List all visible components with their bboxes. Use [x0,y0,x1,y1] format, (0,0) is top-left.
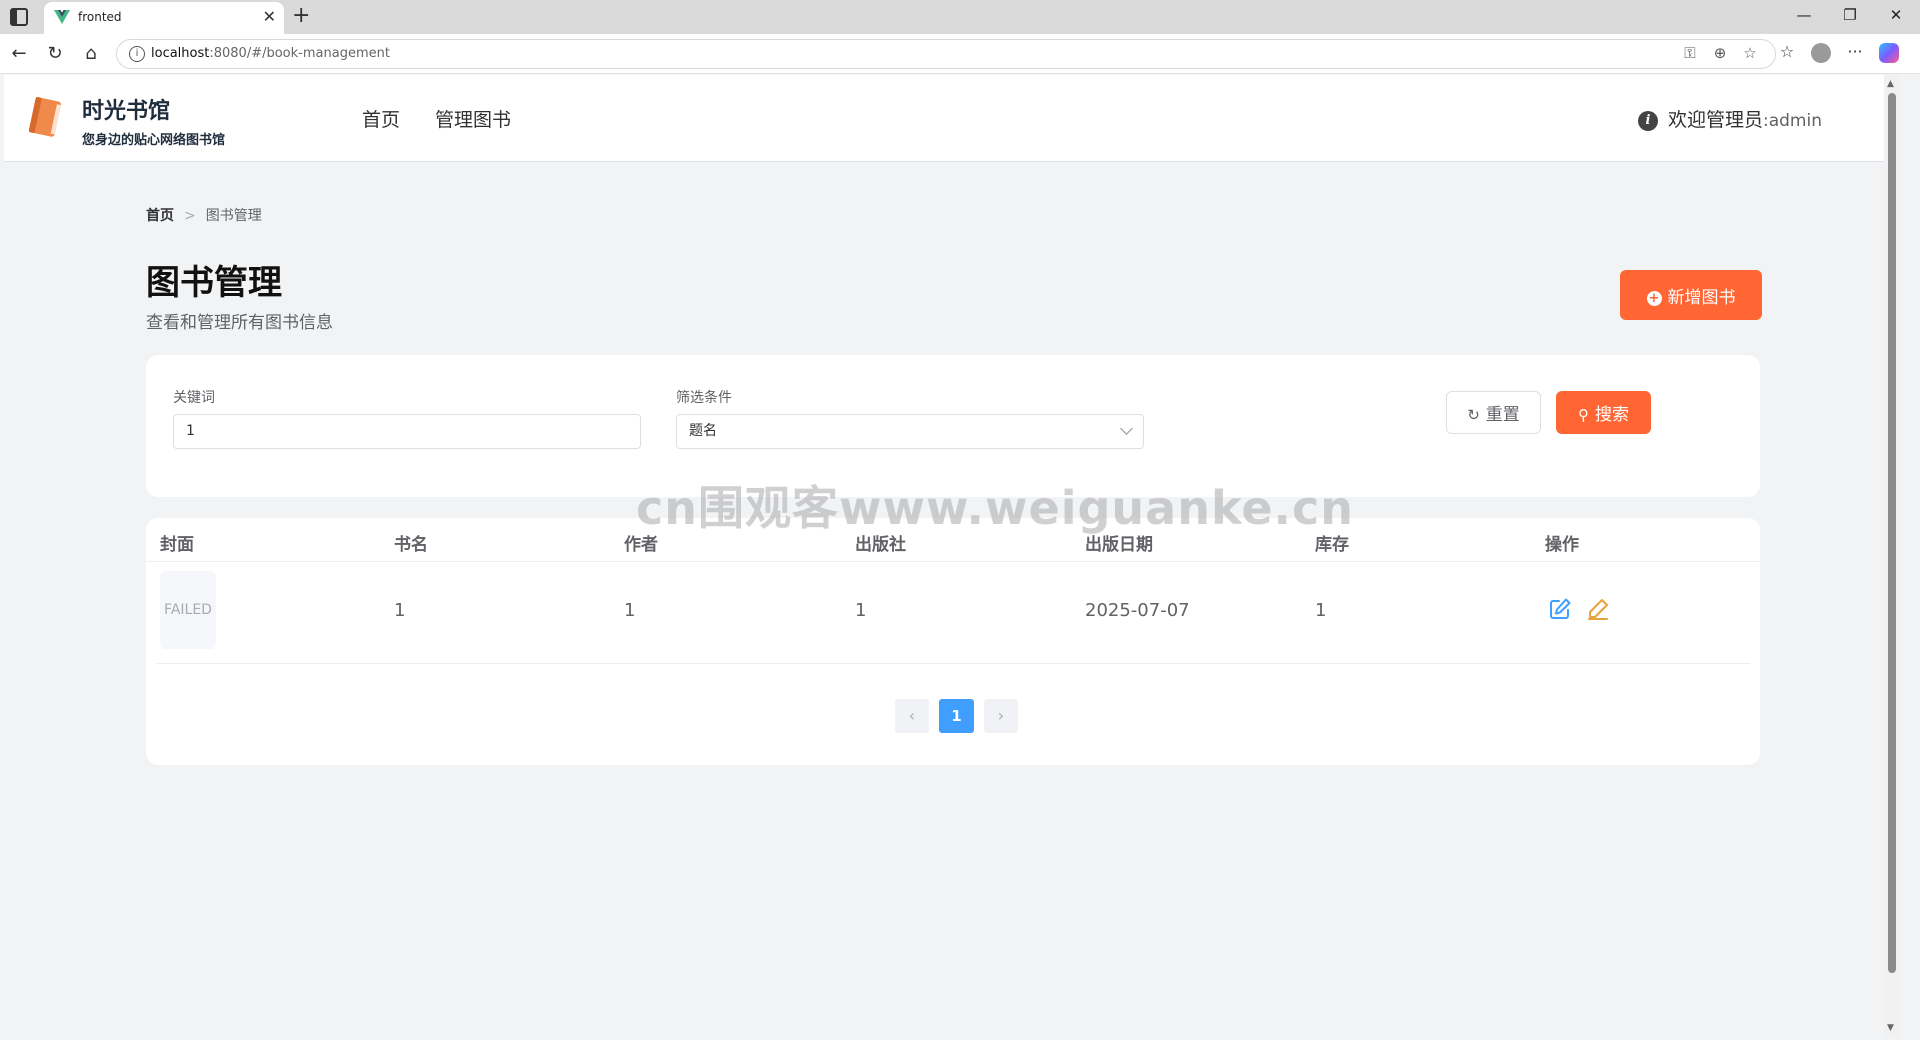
cell-title: 1 [394,600,406,621]
url-field[interactable]: i localhost:8080/#/book-management ⚿ ⊕ ☆ [116,39,1776,69]
edit-pencil-icon[interactable] [1586,597,1610,621]
info-icon[interactable]: i [1637,111,1658,131]
favorite-star-icon[interactable]: ☆ [1735,44,1765,62]
keyword-input[interactable]: 1 [173,414,641,449]
minimize-icon[interactable]: — [1794,6,1814,24]
breadcrumb-separator-icon: > [184,208,196,224]
page-title: 图书管理 [146,263,282,303]
filter-select[interactable]: 题名 [676,414,1144,449]
book-logo-icon [28,97,61,137]
more-menu-icon[interactable]: ··· [1838,42,1872,61]
page-subtitle: 查看和管理所有图书信息 [146,313,333,333]
scroll-down-icon[interactable]: ▼ [1887,1023,1894,1033]
vue-logo-icon [54,10,70,24]
close-window-icon[interactable]: ✕ [1886,6,1906,24]
filter-label: 筛选条件 [676,390,732,406]
pagination-prev-icon[interactable]: ‹ [895,699,929,733]
browser-toolbar: ☆ ··· [1770,42,1906,63]
tab-title: fronted [78,10,122,24]
watermark-text: cn围观客www.weiguanke.cn [636,481,1355,535]
nav-manage-books[interactable]: 管理图书 [435,105,511,132]
reload-icon[interactable]: ↻ [44,43,66,65]
cell-publisher: 1 [855,600,867,621]
plus-circle-icon: + [1646,290,1662,306]
browser-tab-bar: fronted ✕ + — ❐ ✕ [0,0,1920,34]
table-row-divider [156,663,1750,664]
window-menu-icon[interactable] [10,8,28,26]
tab-close-icon[interactable]: ✕ [263,8,276,26]
pagination-page-current[interactable]: 1 [939,699,974,733]
welcome-username: :admin [1763,111,1822,131]
breadcrumb-current: 图书管理 [205,208,262,224]
back-icon[interactable]: ← [8,43,30,65]
key-icon[interactable]: ⚿ [1675,44,1705,62]
favorites-icon[interactable]: ☆ [1770,42,1804,61]
welcome-user: i 欢迎管理员:admin [1637,105,1822,132]
search-label: 搜索 [1595,405,1629,425]
app-header: 时光书馆 您身边的贴心网络图书馆 首页 管理图书 i 欢迎管理员:admin [4,75,1900,162]
address-bar: ← ↻ ⌂ i localhost:8080/#/book-management… [0,34,1920,74]
site-info-icon[interactable]: i [129,46,145,62]
app-viewport: 时光书馆 您身边的贴心网络图书馆 首页 管理图书 i 欢迎管理员:admin 首页… [4,75,1900,1037]
restore-icon[interactable]: ❐ [1840,6,1860,24]
column-header-actions: 操作 [1545,535,1579,555]
reset-button[interactable]: ↻ 重置 [1446,391,1541,434]
brand-subtitle: 您身边的贴心网络图书馆 [82,133,226,148]
breadcrumb-home[interactable]: 首页 [146,208,174,224]
book-table: 封面 书名 作者 出版社 出版日期 库存 操作 FAILED 1 1 1 202… [146,518,1760,765]
welcome-label: 欢迎管理员 [1667,109,1763,131]
column-header-cover: 封面 [160,535,194,555]
new-tab-icon[interactable]: + [292,2,310,30]
zoom-icon[interactable]: ⊕ [1705,44,1735,62]
copilot-icon[interactable] [1872,42,1906,63]
add-book-button[interactable]: + 新增图书 [1620,270,1762,320]
reset-label: 重置 [1485,405,1520,425]
url-text: localhost:8080/#/book-management [151,46,390,61]
cell-stock: 1 [1315,600,1327,621]
column-header-title: 书名 [394,535,428,555]
search-button[interactable]: ⚲ 搜索 [1556,391,1651,434]
url-actions: ⚿ ⊕ ☆ [1675,44,1765,62]
book-cover-image: FAILED [160,571,216,649]
browser-tab[interactable]: fronted ✕ [44,2,284,34]
page-scrollbar[interactable]: ▲ ▼ [1884,75,1900,1037]
home-icon[interactable]: ⌂ [80,43,102,65]
keyword-label: 关键词 [173,390,215,406]
scrollbar-thumb[interactable] [1888,93,1896,973]
search-icon: ⚲ [1578,406,1589,424]
cell-author: 1 [624,600,636,621]
breadcrumb: 首页 > 图书管理 [146,205,262,225]
chevron-down-icon [1120,422,1133,435]
pagination-next-icon[interactable]: › [984,699,1018,733]
scroll-up-icon[interactable]: ▲ [1887,79,1894,89]
refresh-icon: ↻ [1467,406,1480,424]
nav-home[interactable]: 首页 [362,105,400,132]
table-header-divider [146,561,1760,562]
profile-avatar[interactable] [1804,42,1838,63]
edit-icon[interactable] [1548,597,1572,621]
filter-select-value: 题名 [689,423,717,439]
cell-publish-date: 2025-07-07 [1085,600,1190,621]
brand-title: 时光书馆 [82,99,171,124]
add-book-label: 新增图书 [1667,287,1736,308]
